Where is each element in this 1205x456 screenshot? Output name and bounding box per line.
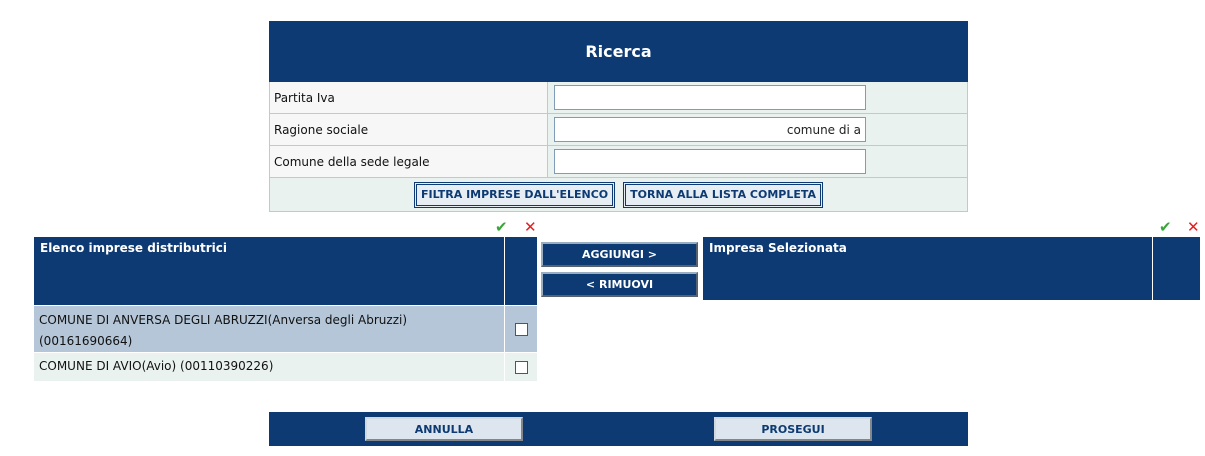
reset-list-button[interactable]: TORNA ALLA LISTA COMPLETA — [623, 181, 824, 208]
remove-button[interactable]: < RIMUOVI — [541, 272, 698, 297]
filter-button[interactable]: FILTRA IMPRESE DALL'ELENCO — [413, 181, 616, 208]
ragione-sociale-input[interactable] — [554, 117, 866, 142]
list-item-label: COMUNE DI AVIO(Avio) (00110390226) — [39, 359, 274, 373]
right-deselect-all-cross-icon[interactable]: ✕ — [1187, 219, 1200, 235]
comune-sede-input[interactable] — [554, 149, 866, 174]
add-button[interactable]: AGGIUNGI > — [541, 242, 698, 267]
companies-list-header: Elenco imprese distributrici — [34, 237, 537, 305]
right-select-all-check-icon[interactable]: ✔ — [1159, 219, 1172, 235]
search-panel: Ricerca Partita Iva Ragione sociale Comu… — [269, 21, 968, 212]
partita-iva-row: Partita Iva — [269, 82, 968, 114]
list-item-label: COMUNE DI ANVERSA DEGLI ABRUZZI(Anversa … — [39, 313, 408, 348]
companies-list-title: Elenco imprese distributrici — [40, 241, 227, 255]
list-item[interactable]: COMUNE DI ANVERSA DEGLI ABRUZZI(Anversa … — [34, 305, 537, 352]
ragione-sociale-row: Ragione sociale — [269, 114, 968, 146]
selected-company-panel: Impresa Selezionata — [703, 237, 1200, 300]
footer-bar: ANNULLA PROSEGUI — [269, 412, 968, 446]
comune-sede-label: Comune della sede legale — [269, 146, 548, 177]
comune-sede-row: Comune della sede legale — [269, 146, 968, 178]
list-item-checkbox[interactable] — [514, 360, 528, 374]
partita-iva-input[interactable] — [554, 85, 866, 110]
continue-button[interactable]: PROSEGUI — [714, 417, 872, 441]
list-item[interactable]: COMUNE DI AVIO(Avio) (00110390226) — [34, 352, 537, 381]
search-title: Ricerca — [269, 21, 968, 82]
companies-list: Elenco imprese distributrici COMUNE DI A… — [34, 237, 537, 381]
list-item-checkbox[interactable] — [514, 322, 528, 336]
partita-iva-label: Partita Iva — [269, 82, 548, 113]
select-all-check-icon[interactable]: ✔ — [495, 219, 508, 235]
search-button-row: FILTRA IMPRESE DALL'ELENCO TORNA ALLA LI… — [269, 178, 968, 212]
cancel-button[interactable]: ANNULLA — [365, 417, 523, 441]
ragione-sociale-label: Ragione sociale — [269, 114, 548, 145]
selected-company-title: Impresa Selezionata — [709, 241, 847, 255]
deselect-all-cross-icon[interactable]: ✕ — [524, 219, 537, 235]
